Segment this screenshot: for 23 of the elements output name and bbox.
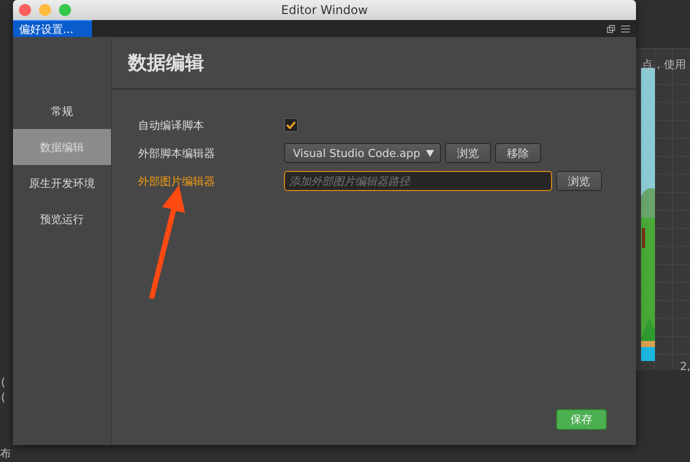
caret-icon: [426, 150, 434, 156]
hint-text: 点，使用: [642, 57, 686, 72]
action-button[interactable]: 浏览: [556, 171, 602, 191]
sidebar-item[interactable]: 原生开发环境: [13, 165, 111, 201]
action-button[interactable]: 移除: [495, 143, 542, 163]
menu-text: 布: [0, 446, 11, 461]
list-item: (: [1, 391, 6, 404]
path-field[interactable]: 添加外部图片编辑器路径: [284, 171, 552, 191]
editor-dropdown[interactable]: Visual Studio Code.app: [284, 143, 442, 163]
menu-icon[interactable]: [621, 24, 630, 32]
coordinate-text: 2,: [680, 360, 690, 373]
action-button[interactable]: 浏览: [445, 143, 492, 163]
popout-icon[interactable]: [607, 24, 615, 32]
list-item: (: [1, 376, 6, 389]
setting-label: 外部图片编辑器: [138, 174, 216, 188]
tab[interactable]: 偏好设置...: [13, 20, 92, 37]
section-title: 数据编辑: [128, 50, 204, 76]
setting-label: 外部脚本编辑器: [138, 146, 216, 160]
sidebar-item[interactable]: 常规: [13, 93, 111, 129]
sidebar-item[interactable]: 预览运行: [13, 201, 111, 237]
checkbox[interactable]: [284, 118, 298, 132]
window-title: Editor Window: [281, 3, 368, 17]
setting-label: 自动编译脚本: [138, 118, 205, 132]
